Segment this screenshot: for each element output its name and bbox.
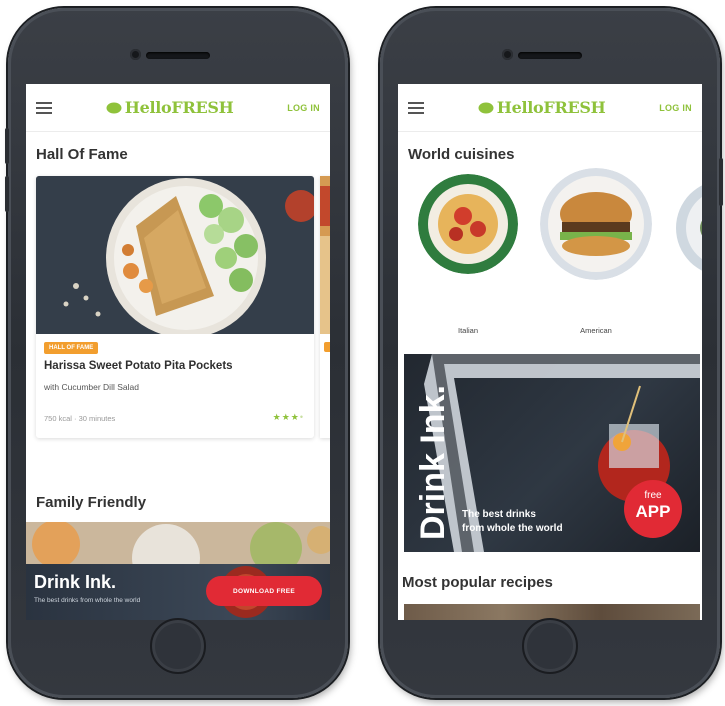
logo-leaf-icon — [478, 102, 494, 113]
drink-ink-banner[interactable]: Drink Ink. The best drinks from whole th… — [26, 564, 330, 620]
front-camera — [502, 49, 513, 60]
screen-right: HelloFRESH LOG IN World cuisines Italian… — [398, 84, 702, 620]
american-plate-icon — [540, 168, 652, 280]
menu-icon[interactable] — [36, 101, 52, 114]
app-header: HelloFRESH LOG IN — [398, 84, 702, 132]
app-header: HelloFRESH LOG IN — [26, 84, 330, 132]
recipe-image-peek — [320, 176, 330, 334]
home-button-icon[interactable] — [522, 618, 578, 674]
speaker-grille — [146, 52, 210, 59]
badge-peek — [324, 342, 330, 352]
section-title-world-cuisines: World cuisines — [408, 146, 515, 163]
recipe-meta: 750 kcal · 30 minutes — [44, 414, 116, 423]
power-button — [719, 158, 723, 206]
volume-button — [5, 176, 9, 212]
italian-plate-icon — [418, 174, 518, 274]
free-label: free — [644, 490, 662, 501]
drink-banner-caption: The best drinks from whole the world — [462, 508, 563, 536]
logo[interactable]: HelloFRESH — [478, 98, 606, 117]
recipe-title[interactable]: Harissa Sweet Potato Pita Pockets — [44, 360, 233, 372]
logo-text: HelloFRESH — [124, 98, 234, 117]
section-title-family-friendly: Family Friendly — [36, 494, 147, 511]
family-recipe-strip[interactable] — [26, 522, 330, 566]
screen-left: HelloFRESH LOG IN Hall Of Fame HALL OF F… — [26, 84, 330, 620]
recipe-image — [36, 176, 314, 334]
banner-title: Drink Ink. — [34, 572, 117, 592]
phone-right: HelloFRESH LOG IN World cuisines Italian… — [380, 8, 723, 698]
section-title-most-popular: Most popular recipes — [402, 574, 553, 591]
logo-leaf-icon — [106, 102, 122, 113]
drink-banner-title: Drink Ink. — [414, 385, 452, 540]
speaker-grille — [518, 52, 582, 59]
cuisine-label-american: American — [580, 326, 612, 335]
volume-button — [5, 128, 9, 164]
drink-ink-banner[interactable]: Drink Ink. The best drinks from whole th… — [404, 354, 700, 552]
banner-subtitle: The best drinks from whole the world — [34, 597, 141, 604]
star-icon: ★ — [290, 412, 300, 422]
phone-left: HelloFRESH LOG IN Hall Of Fame HALL OF F… — [5, 8, 348, 698]
menu-icon[interactable] — [408, 101, 424, 114]
free-app-badge[interactable]: free APP — [624, 480, 682, 538]
cuisine-american[interactable] — [540, 168, 652, 280]
star-icon: ★ — [272, 412, 282, 422]
next-plate-icon — [676, 185, 702, 271]
login-link[interactable]: LOG IN — [287, 103, 320, 113]
recipe-card-peek[interactable] — [320, 176, 330, 438]
app-label: APP — [635, 502, 671, 521]
drink-caption-line2: from whole the world — [462, 523, 563, 534]
hall-of-fame-badge: HALL OF FAME — [44, 342, 99, 354]
logo[interactable]: HelloFRESH — [106, 98, 234, 117]
front-camera — [130, 49, 141, 60]
cuisine-next[interactable] — [674, 178, 702, 278]
rating-stars: ★★★• — [273, 412, 304, 423]
cuisine-carousel — [398, 168, 702, 334]
logo-text: HelloFRESH — [496, 98, 606, 117]
star-icon: • — [299, 412, 304, 422]
cuisine-italian[interactable] — [418, 174, 518, 274]
section-title-hall-of-fame: Hall Of Fame — [36, 146, 128, 163]
star-icon: ★ — [281, 412, 291, 422]
drink-caption-line1: The best drinks — [462, 509, 536, 520]
recipe-card[interactable]: HALL OF FAME Harissa Sweet Potato Pita P… — [36, 176, 314, 438]
download-free-button[interactable]: DOWNLOAD FREE — [206, 576, 322, 606]
recipe-subtitle: with Cucumber Dill Salad — [44, 382, 139, 392]
home-button-icon[interactable] — [150, 618, 206, 674]
login-link[interactable]: LOG IN — [659, 103, 692, 113]
cuisine-label-italian: Italian — [457, 326, 478, 335]
